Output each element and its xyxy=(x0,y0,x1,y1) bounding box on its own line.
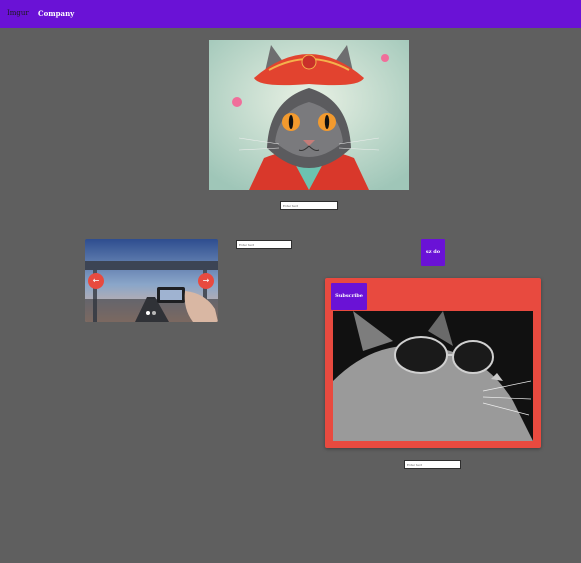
brand-logo-text[interactable]: Imgur xyxy=(7,9,29,18)
carousel-next-button[interactable]: → xyxy=(198,273,214,289)
text-input-1[interactable] xyxy=(280,201,338,210)
cat-sunglasses-image xyxy=(333,311,533,441)
subscribe-button[interactable]: Subscribe xyxy=(331,283,367,310)
carousel-prev-button[interactable]: ← xyxy=(88,273,104,289)
subscribe-card: Subscribe xyxy=(325,278,541,448)
carousel-dot-1[interactable] xyxy=(146,311,150,315)
hero-cat-image xyxy=(209,40,409,190)
action-button[interactable]: sz do xyxy=(421,239,445,266)
text-input-3[interactable] xyxy=(404,460,461,469)
top-navbar: Imgur Company xyxy=(0,0,581,28)
image-carousel: ← → xyxy=(85,239,218,322)
text-input-2[interactable] xyxy=(236,240,292,249)
carousel-dot-2[interactable] xyxy=(152,311,156,315)
company-link[interactable]: Company xyxy=(38,9,74,18)
